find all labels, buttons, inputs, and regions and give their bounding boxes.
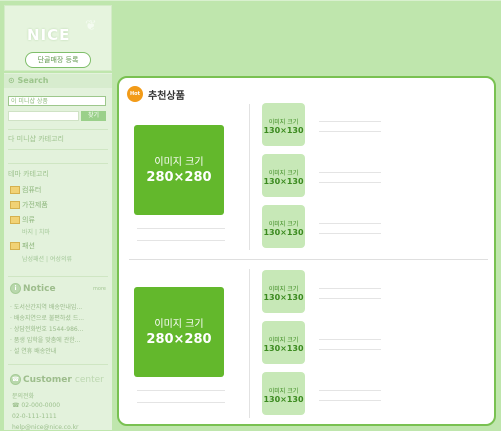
search-scope-select[interactable]: 이 미니샵 상품 [8,96,106,106]
search-title: ⊙ Search [4,74,112,88]
product-thumbnail[interactable]: 이미지 크기 130×130 [262,270,305,313]
customer-center-title: ☎ Customer center [10,374,104,385]
search-input[interactable] [8,111,79,121]
search-button[interactable]: 찾기 [81,111,106,121]
product-info-line [319,349,381,350]
category-title: 테마 카테고리 [8,170,49,178]
product-info-line [319,233,381,234]
leaf-icon: ❦ [85,18,97,34]
product-info-line [319,298,381,299]
product-info-line [319,390,381,391]
divider [129,259,488,260]
notice-more-link[interactable]: more [93,286,106,292]
other-category-link[interactable]: 다 미니샵 카테고리 [8,134,64,144]
notice-item[interactable]: · 상담전화번호 1544-986... [10,324,83,333]
notice-item[interactable]: · 설 연휴 배송안내 [10,346,56,355]
product-thumbnail[interactable]: 이미지 크기 130×130 [262,103,305,146]
divider [249,269,250,418]
customer-info: 문의전화 [12,393,35,400]
recommended-products-panel: Hot 추천상품 이미지 크기 280×280 이미지 크기 130×130 이… [117,76,496,426]
phone-icon: ☎ [10,374,21,385]
notice-item[interactable]: · 품생 입학을 맞춤에 관한... [10,335,80,344]
product-info-line [319,121,381,122]
notice-icon: i [10,283,21,294]
customer-phone: ☎ 02-000-0000 [12,402,61,409]
product-thumbnail[interactable]: 이미지 크기 130×130 [262,154,305,197]
section-title: 추천상품 [148,91,185,102]
folder-icon [10,216,20,224]
folder-icon [10,186,20,194]
category-clothing[interactable]: 의류 [10,215,35,225]
divider [249,104,250,250]
divider [8,163,108,164]
register-favorite-button[interactable]: 단골매장 등록 [25,52,91,68]
featured-product-image[interactable]: 이미지 크기 280×280 [134,125,224,215]
notice-item[interactable]: · 배송지연으로 불편하셨 드... [10,313,84,322]
notice-item[interactable]: · 도서산간지역 배송안내입... [10,302,82,311]
product-info-line [319,223,381,224]
divider [8,149,108,150]
hot-badge: Hot [127,86,143,102]
category-fashion[interactable]: 패션 [10,241,35,251]
product-thumbnail[interactable]: 이미지 크기 130×130 [262,205,305,248]
divider [8,276,108,277]
product-info-line [319,131,381,132]
subcategory-fashion[interactable]: 남성패션 | 여성의류 [22,254,72,263]
divider [8,364,108,365]
product-info-line [137,240,225,241]
logo-area: NICE ❦ 단골매장 등록 [4,5,112,71]
folder-icon [10,242,20,250]
product-info-line [137,228,225,229]
customer-fax: 02-0-111-1111 [12,413,57,420]
product-info-line [319,339,381,340]
product-info-line [319,400,381,401]
category-computer[interactable]: 컴퓨터 [10,185,41,195]
top-banner: NICE ❦ 단골매장 등록 [0,0,501,71]
product-info-line [137,402,225,403]
notice-title: i Notice [10,283,56,294]
category-appliance[interactable]: 가전제품 [10,200,48,210]
product-info-line [319,182,381,183]
product-thumbnail[interactable]: 이미지 크기 130×130 [262,321,305,364]
product-info-line [319,288,381,289]
product-info-line [319,172,381,173]
product-info-line [137,390,225,391]
subcategory-clothing[interactable]: 바지 | 치마 [22,227,50,236]
folder-icon [10,201,20,209]
product-thumbnail[interactable]: 이미지 크기 130×130 [262,372,305,415]
logo[interactable]: NICE [27,26,70,44]
sidebar: ⊙ Search 이 미니샵 상품 찾기 다 미니샵 카테고리 테마 카테고리 … [4,73,112,431]
divider [8,129,108,130]
featured-product-image[interactable]: 이미지 크기 280×280 [134,287,224,377]
